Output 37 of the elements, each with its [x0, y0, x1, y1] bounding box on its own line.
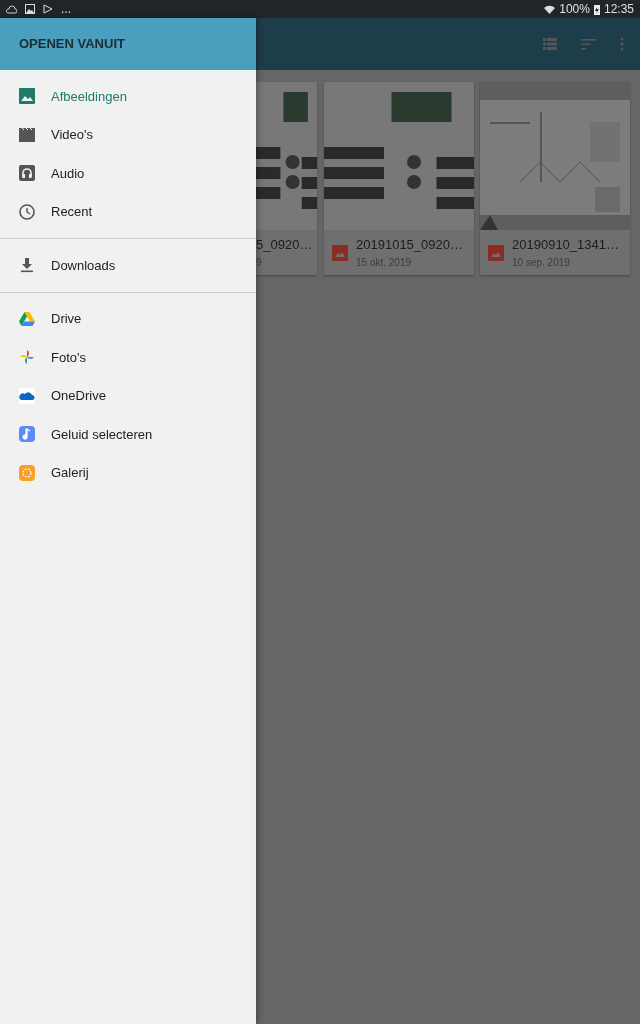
drawer-item[interactable]: Geluid selecteren — [0, 415, 256, 454]
clock-text: 12:35 — [603, 1, 634, 18]
image-icon — [25, 4, 35, 14]
clock-icon — [19, 203, 35, 220]
list-view-icon[interactable] — [543, 38, 557, 50]
drawer-item[interactable]: Drive — [0, 299, 256, 338]
cloud-icon — [19, 387, 35, 404]
play-icon — [43, 4, 53, 14]
download-icon — [19, 257, 35, 274]
drawer-item[interactable]: Recent — [0, 192, 256, 231]
sort-icon[interactable] — [581, 38, 596, 50]
file-name: 20191015_0920… — [356, 236, 463, 255]
cloud-icon — [6, 4, 17, 14]
drawer-item[interactable]: Afbeeldingen — [0, 77, 256, 116]
music-note-icon — [19, 426, 35, 443]
drawer-item[interactable]: Video's — [0, 115, 256, 154]
more-icon[interactable] — [620, 37, 624, 51]
image-icon — [19, 88, 35, 105]
drawer-item[interactable]: Foto's — [0, 338, 256, 377]
file-name: 5_0920… — [256, 236, 313, 255]
image-icon — [488, 244, 504, 261]
overflow-text: ... — [61, 1, 71, 18]
battery-icon — [593, 3, 600, 15]
drawer-item[interactable]: Audio — [0, 154, 256, 193]
clapperboard-icon — [19, 126, 35, 143]
battery-text: 100% — [559, 1, 590, 18]
drawer-title: OPENEN VANUIT — [0, 18, 256, 70]
drawer-item[interactable]: OneDrive — [0, 376, 256, 415]
flower-icon — [19, 464, 35, 481]
headphones-icon — [19, 165, 35, 182]
image-icon — [332, 244, 348, 261]
drawer-item[interactable]: Galerij — [0, 453, 256, 492]
file-name: 20190910_1341… — [512, 236, 619, 255]
drawer-item[interactable]: Downloads — [0, 246, 256, 285]
wifi-icon — [544, 4, 556, 14]
triangle-icon — [19, 310, 35, 327]
pinwheel-icon — [19, 349, 35, 366]
